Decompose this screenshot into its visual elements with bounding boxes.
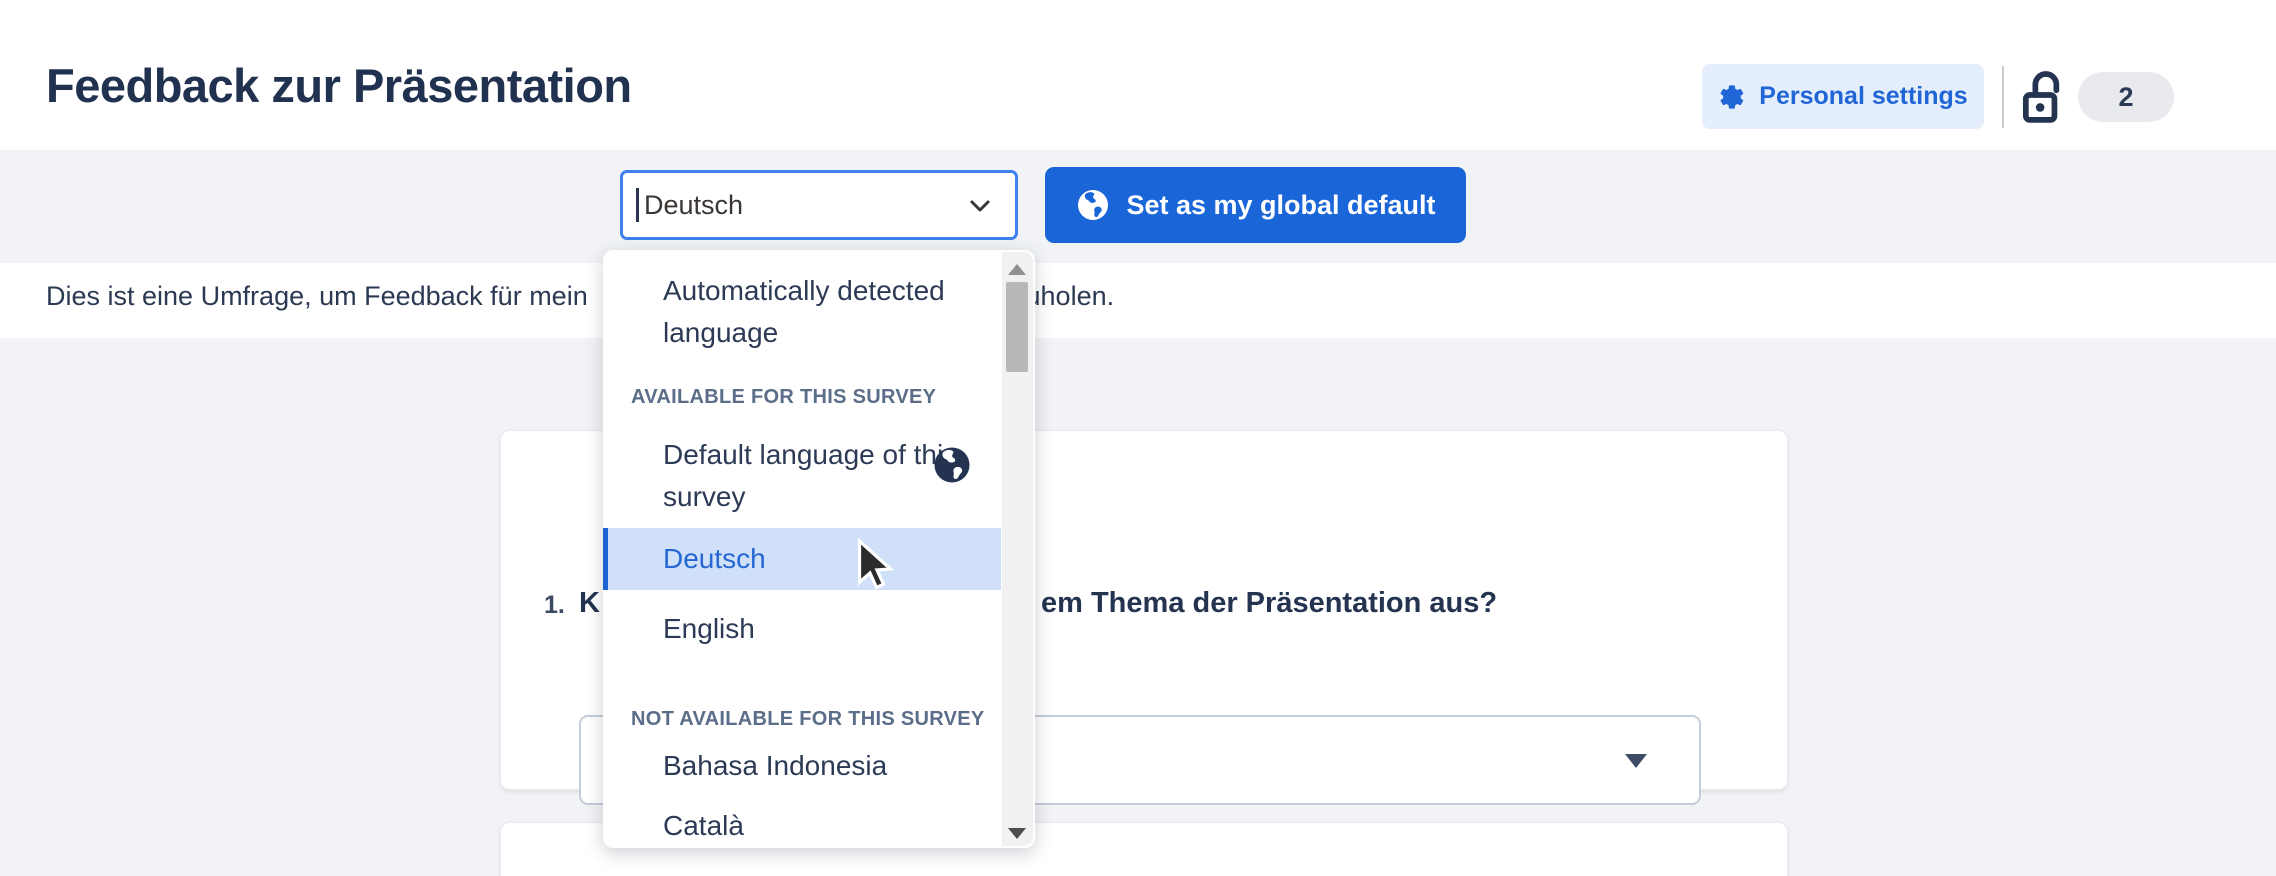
scroll-up-icon[interactable]	[1008, 264, 1026, 275]
language-select[interactable]: Deutsch	[620, 170, 1018, 240]
dropdown-option-default-language[interactable]: Default language of this survey	[663, 434, 963, 518]
chevron-down-icon	[967, 195, 993, 222]
header-divider	[2002, 66, 2004, 128]
survey-description-left: Dies ist eine Umfrage, um Feedback für m…	[46, 281, 588, 312]
personal-settings-button[interactable]: Personal settings	[1702, 64, 1984, 129]
badge-count: 2	[2118, 82, 2133, 113]
personal-settings-label: Personal settings	[1759, 82, 1967, 111]
dropdown-scrollbar[interactable]	[1002, 252, 1033, 846]
question-text-right: em Thema der Präsentation aus?	[1041, 587, 1497, 620]
dropdown-option-auto-detect[interactable]: Automatically detected language	[663, 270, 968, 354]
text-caret	[636, 188, 639, 222]
unlock-icon[interactable]	[2022, 68, 2064, 124]
set-global-default-button[interactable]: Set as my global default	[1045, 167, 1466, 243]
gear-icon	[1718, 83, 1746, 111]
dropdown-group-available: AVAILABLE FOR THIS SURVEY	[631, 386, 936, 409]
triangle-down-icon	[1625, 754, 1647, 768]
mouse-cursor-icon	[852, 538, 902, 599]
language-dropdown-menu: Automatically detected language AVAILABL…	[603, 250, 1035, 848]
question-text-left: K	[579, 587, 600, 620]
survey-main-area: 1. K em Thema der Präsentation aus?	[0, 338, 2276, 876]
scroll-down-icon[interactable]	[1008, 828, 1026, 839]
page-title: Feedback zur Präsentation	[46, 58, 632, 113]
question-number: 1.	[544, 591, 565, 620]
set-global-default-label: Set as my global default	[1126, 190, 1435, 221]
scrollbar-thumb[interactable]	[1006, 282, 1028, 372]
survey-page: Feedback zur Präsentation Personal setti…	[0, 0, 2276, 876]
dropdown-option-bahasa-indonesia[interactable]: Bahasa Indonesia	[663, 750, 887, 782]
dropdown-option-catala[interactable]: Català	[663, 810, 744, 842]
dropdown-option-deutsch[interactable]: Deutsch	[603, 528, 1001, 590]
survey-description-row: Dies ist eine Umfrage, um Feedback für m…	[0, 263, 2276, 338]
globe-icon	[1075, 187, 1111, 223]
globe-icon	[931, 444, 973, 498]
dropdown-option-english[interactable]: English	[603, 598, 1001, 660]
language-select-value: Deutsch	[644, 190, 743, 221]
dropdown-group-not-available: NOT AVAILABLE FOR THIS SURVEY	[631, 708, 985, 731]
status-badge[interactable]: 2	[2078, 72, 2174, 122]
